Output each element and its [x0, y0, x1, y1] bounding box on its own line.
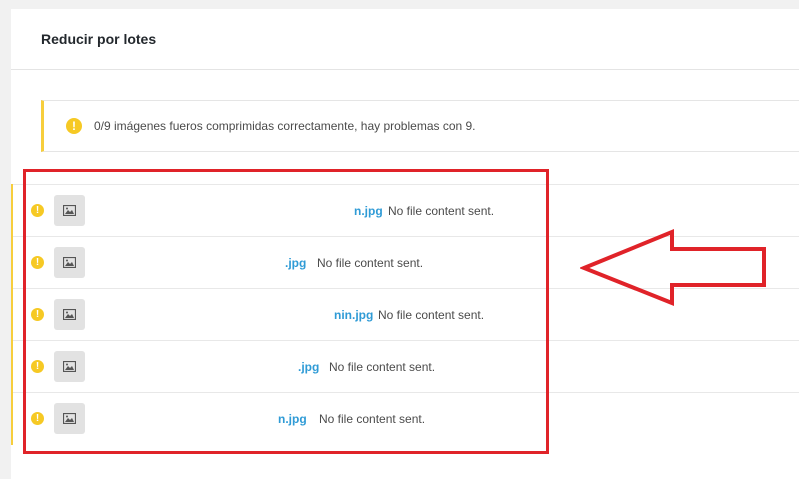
- panel-title: Reducir por lotes: [41, 31, 157, 47]
- panel-header: Reducir por lotes: [11, 9, 799, 70]
- annotation-arrow-icon: [580, 229, 766, 306]
- warning-notice: ! 0/9 imágenes fueros comprimidas correc…: [41, 100, 799, 152]
- annotation-highlight-box: [23, 169, 549, 454]
- warning-icon: !: [66, 118, 82, 134]
- notice-text: 0/9 imágenes fueros comprimidas correcta…: [94, 119, 476, 133]
